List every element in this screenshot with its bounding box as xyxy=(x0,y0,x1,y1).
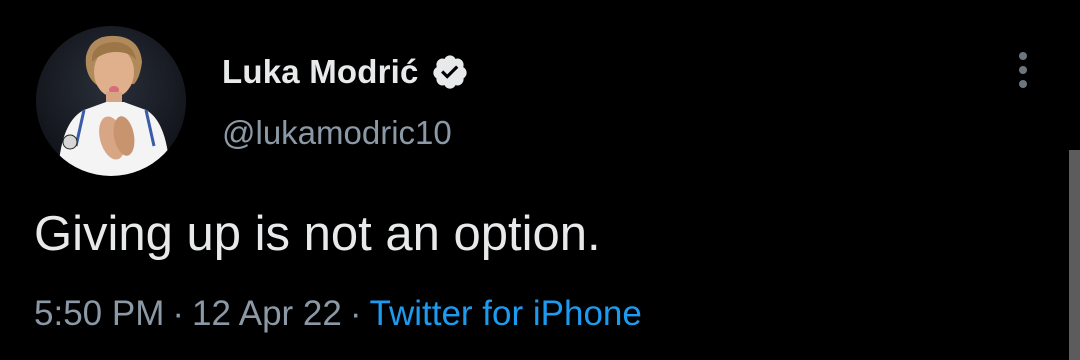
scrollbar[interactable] xyxy=(1069,150,1080,360)
author-name-row: Luka Modrić xyxy=(222,50,469,94)
more-vertical-icon[interactable] xyxy=(1008,48,1038,92)
author-handle[interactable]: @lukamodric10 xyxy=(222,114,452,152)
meta-separator: · xyxy=(349,294,362,333)
avatar[interactable] xyxy=(36,26,186,176)
avatar-image xyxy=(36,26,186,176)
verified-badge-icon xyxy=(431,53,469,91)
tweet-time[interactable]: 5:50 PM xyxy=(34,294,164,333)
tweet-text: Giving up is not an option. xyxy=(34,207,601,261)
author-display-name[interactable]: Luka Modrić xyxy=(222,53,419,91)
meta-separator: · xyxy=(172,294,185,333)
tweet-meta: 5:50 PM · 12 Apr 22 · Twitter for iPhone xyxy=(34,292,642,336)
tweet-source-link[interactable]: Twitter for iPhone xyxy=(370,294,642,333)
tweet-card: Luka Modrić @lukamodric10 Giving up is n… xyxy=(0,0,1080,360)
tweet-date[interactable]: 12 Apr 22 xyxy=(192,294,342,333)
